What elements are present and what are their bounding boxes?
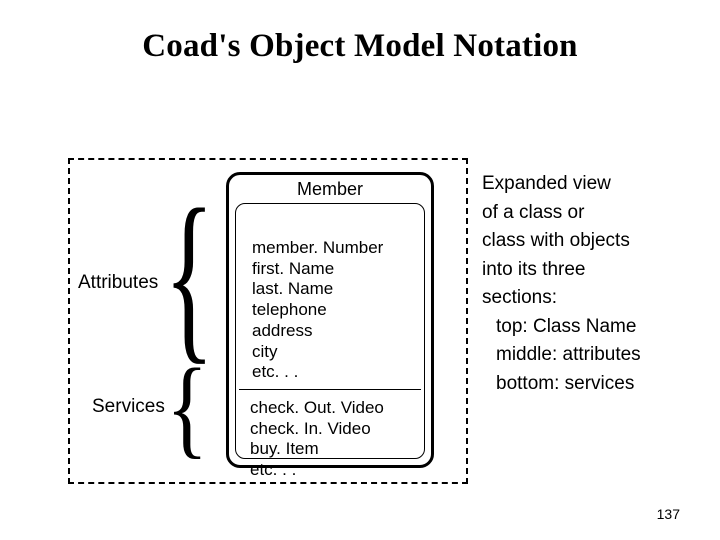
page-number: 137 [657, 506, 680, 522]
desc-line: class with objects [482, 230, 630, 251]
class-name: Member [229, 179, 431, 200]
slide-title: Coad's Object Model Notation [0, 0, 720, 65]
attributes-label: Attributes [78, 272, 158, 294]
desc-line: into its three [482, 259, 586, 280]
desc-line: middle: attributes [482, 341, 702, 370]
desc-line: Expanded view [482, 173, 611, 194]
services-label: Services [92, 396, 165, 418]
brace-attributes: { [164, 182, 214, 371]
description-text: Expanded view of a class or class with o… [482, 170, 702, 398]
class-section-divider [239, 389, 421, 390]
class-outer-box: Member member. Number first. Name last. … [226, 172, 434, 468]
services-list: check. Out. Video check. In. Video buy. … [250, 398, 384, 481]
desc-line: top: Class Name [482, 313, 702, 342]
class-inner-box: member. Number first. Name last. Name te… [235, 203, 425, 459]
desc-line: sections: [482, 287, 557, 308]
desc-line: bottom: services [482, 370, 702, 399]
desc-line: of a class or [482, 202, 584, 223]
brace-services: { [166, 352, 208, 462]
attributes-list: member. Number first. Name last. Name te… [252, 238, 383, 383]
